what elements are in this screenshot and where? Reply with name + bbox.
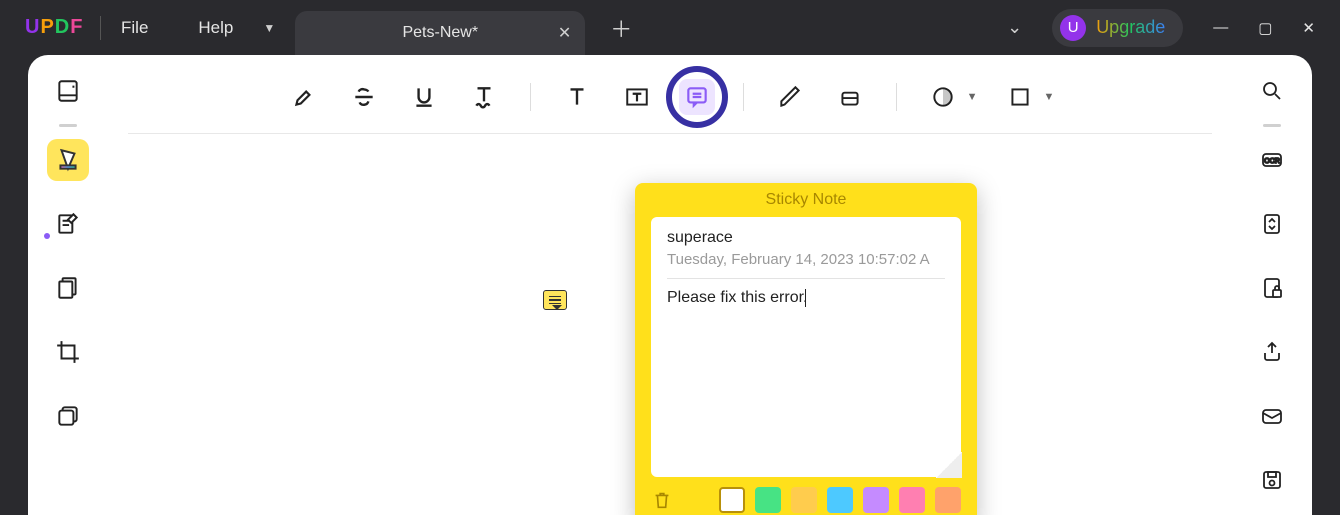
shape-tool[interactable] xyxy=(1002,79,1038,115)
share-icon[interactable] xyxy=(1251,331,1293,373)
form-tool[interactable] xyxy=(47,395,89,437)
toolbar-divider xyxy=(1263,124,1281,127)
upgrade-label: Upgrade xyxy=(1096,17,1165,38)
user-avatar: U xyxy=(1060,15,1086,41)
toolbar-separator xyxy=(743,83,744,111)
color-swatch-pink[interactable] xyxy=(899,487,925,513)
text-caret xyxy=(805,289,806,307)
email-icon[interactable] xyxy=(1251,395,1293,437)
menu-file[interactable]: File xyxy=(121,18,148,38)
menu-help[interactable]: Help xyxy=(198,18,233,38)
stamp-tool[interactable] xyxy=(925,79,961,115)
color-swatch-orange[interactable] xyxy=(935,487,961,513)
sticky-note-tool[interactable] xyxy=(679,79,715,115)
document-tab[interactable]: Pets-New* ✕ xyxy=(295,11,585,55)
window-close-icon[interactable]: ✕ xyxy=(1302,19,1315,37)
color-swatch-green[interactable] xyxy=(755,487,781,513)
sticky-note-popup: Sticky Note superace Tuesday, February 1… xyxy=(635,183,977,515)
text-comment-tool[interactable] xyxy=(559,79,595,115)
toolbar-separator xyxy=(530,83,531,111)
new-tab-button[interactable]: ＋ xyxy=(610,12,632,44)
textbox-tool[interactable] xyxy=(619,79,655,115)
color-swatch-blue[interactable] xyxy=(827,487,853,513)
sticky-title: Sticky Note xyxy=(635,183,977,217)
divider xyxy=(667,278,945,279)
color-swatch-purple[interactable] xyxy=(863,487,889,513)
tab-title: Pets-New* xyxy=(402,24,478,42)
sticky-note-marker[interactable] xyxy=(543,290,567,310)
app-logo: UPDF xyxy=(0,16,80,39)
underline-tool[interactable] xyxy=(406,79,442,115)
overflow-chevron-icon[interactable]: ⌄ xyxy=(1007,17,1022,38)
strikethrough-tool[interactable] xyxy=(346,79,382,115)
color-swatch-white[interactable] xyxy=(719,487,745,513)
page-tool[interactable] xyxy=(47,267,89,309)
squiggly-tool[interactable] xyxy=(466,79,502,115)
pencil-tool[interactable] xyxy=(772,79,808,115)
upgrade-button[interactable]: U Upgrade xyxy=(1052,9,1183,47)
sticky-date: Tuesday, February 14, 2023 10:57:02 A xyxy=(667,251,945,268)
tabs-dropdown-icon[interactable]: ▼ xyxy=(263,21,275,35)
svg-text:OCR: OCR xyxy=(1264,158,1280,165)
window-maximize-icon[interactable]: ▢ xyxy=(1258,19,1272,37)
color-swatch-yellow[interactable] xyxy=(791,487,817,513)
reader-tool[interactable] xyxy=(47,70,89,112)
sticky-content[interactable]: Please fix this error. xyxy=(667,289,945,307)
edit-tool[interactable] xyxy=(47,203,89,245)
toolbar-separator xyxy=(896,83,897,111)
page-curl-icon xyxy=(936,452,962,478)
highlight-tool[interactable] xyxy=(286,79,322,115)
sticky-author: superace xyxy=(667,229,945,247)
convert-icon[interactable] xyxy=(1251,203,1293,245)
window-minimize-icon[interactable]: — xyxy=(1213,19,1228,37)
tab-close-icon[interactable]: ✕ xyxy=(558,23,571,43)
divider xyxy=(100,16,101,40)
toolbar-divider xyxy=(59,124,77,127)
save-icon[interactable] xyxy=(1251,459,1293,501)
stamp-dropdown-icon[interactable]: ▼ xyxy=(967,91,978,103)
eraser-tool[interactable] xyxy=(832,79,868,115)
shape-dropdown-icon[interactable]: ▼ xyxy=(1044,91,1055,103)
comment-tool[interactable] xyxy=(47,139,89,181)
search-icon[interactable] xyxy=(1251,70,1293,112)
protect-icon[interactable] xyxy=(1251,267,1293,309)
crop-tool[interactable] xyxy=(47,331,89,373)
ocr-icon[interactable]: OCR xyxy=(1251,139,1293,181)
delete-note-icon[interactable] xyxy=(651,489,673,511)
